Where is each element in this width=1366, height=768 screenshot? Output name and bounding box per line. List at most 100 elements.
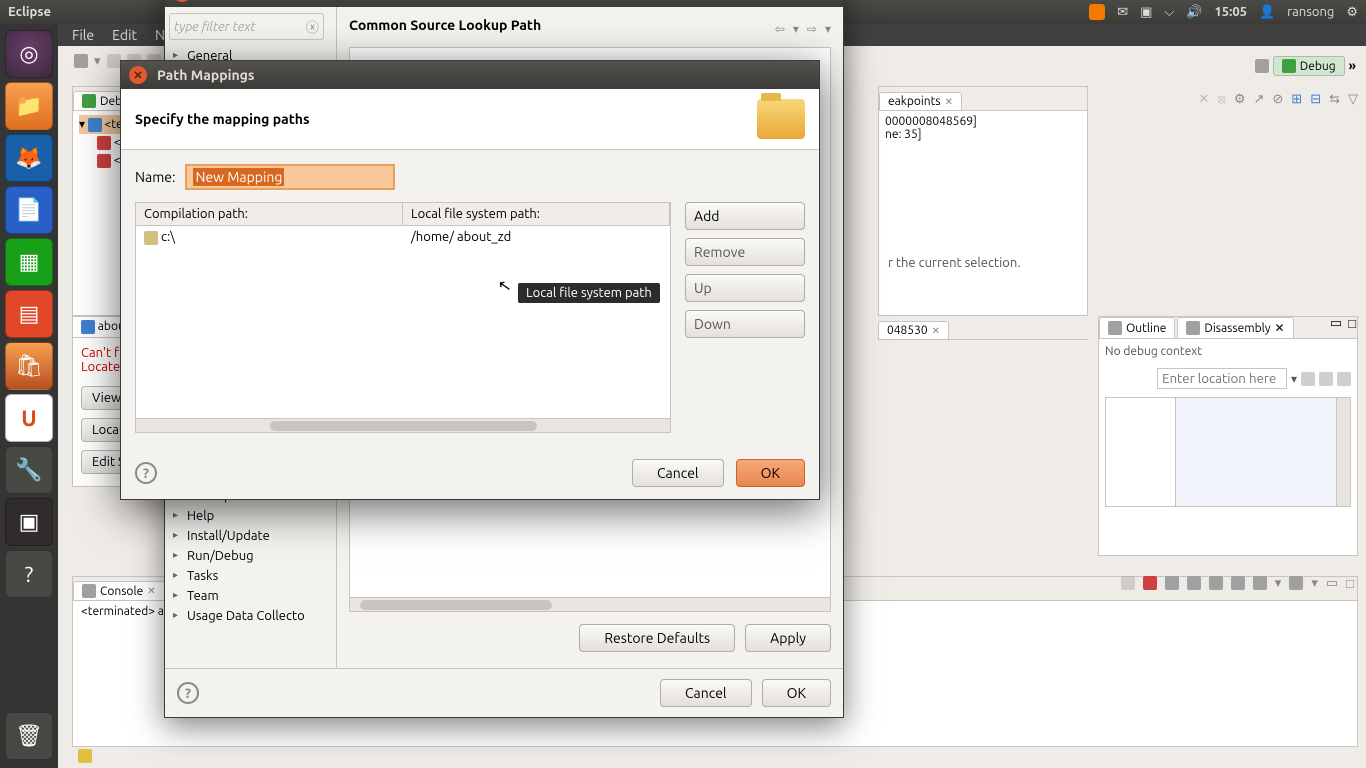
menu-edit[interactable]: Edit	[112, 27, 137, 43]
preferences-titlebar[interactable]: ✕ Preferences	[165, 0, 843, 7]
scrollbar[interactable]	[350, 597, 830, 611]
path-mappings-titlebar[interactable]: ✕ Path Mappings	[121, 61, 819, 89]
open-console-icon[interactable]	[1289, 576, 1303, 590]
up-button[interactable]: Up	[685, 274, 805, 302]
files-icon[interactable]: 📁	[5, 82, 53, 130]
calc-icon[interactable]: ▦	[5, 238, 53, 286]
remove-button[interactable]: Remove	[685, 238, 805, 266]
minimize-icon[interactable]: ▭	[1330, 316, 1342, 331]
tree-item-tasks[interactable]: Tasks	[169, 566, 332, 586]
close-icon[interactable]: ✕	[147, 585, 155, 597]
view-menu-icon[interactable]: ▽	[1348, 92, 1358, 107]
perspective-overflow[interactable]: »	[1349, 59, 1356, 73]
tree-item-install[interactable]: Install/Update	[169, 526, 332, 546]
dropdown-icon[interactable]: ▾	[1311, 576, 1318, 591]
cancel-button[interactable]: Cancel	[660, 679, 752, 707]
tree-item-rundebug[interactable]: Run/Debug	[169, 546, 332, 566]
terminate-icon[interactable]	[1121, 576, 1135, 590]
settings-icon[interactable]: 🔧	[5, 446, 53, 494]
minimize-icon[interactable]: ▭	[1326, 576, 1338, 591]
tree-item-help[interactable]: Help	[169, 506, 332, 526]
tree-item-team[interactable]: Team	[169, 586, 332, 606]
location-input[interactable]	[1157, 368, 1287, 389]
filter-input[interactable]: type filter textⓧ	[169, 13, 324, 40]
impress-icon[interactable]: ▤	[5, 290, 53, 338]
new-icon[interactable]	[74, 54, 88, 68]
username[interactable]: ransong	[1287, 5, 1334, 19]
dropdown-icon[interactable]: ▾	[1275, 576, 1282, 591]
pin-console-icon[interactable]	[1231, 576, 1245, 590]
remove-launch-icon[interactable]	[1143, 576, 1157, 590]
close-button[interactable]: ✕	[173, 0, 191, 2]
scrollbar[interactable]	[1336, 398, 1350, 506]
skip-all-icon[interactable]: ⊘	[1272, 92, 1283, 107]
battery-icon[interactable]: ▣	[1140, 5, 1152, 20]
ubuntu-one-icon[interactable]: U	[5, 394, 53, 442]
wifi-icon[interactable]: ⌵	[1164, 5, 1174, 20]
open-perspective-icon[interactable]	[1255, 59, 1269, 73]
mappings-table[interactable]: Compilation path: Local file system path…	[135, 202, 671, 433]
memory-tab[interactable]: 048530 ✕	[878, 321, 949, 339]
ok-button[interactable]: OK	[736, 459, 805, 487]
software-center-icon[interactable]: 🛍	[5, 342, 53, 390]
disassembly-tab[interactable]: Disassembly ✕	[1177, 317, 1293, 338]
remove-all-icon[interactable]: ⦻	[1217, 92, 1226, 107]
add-button[interactable]: Add	[685, 202, 805, 230]
close-button[interactable]: ✕	[129, 66, 147, 84]
close-icon[interactable]: ✕	[1275, 321, 1285, 335]
volume-icon[interactable]: 🔊	[1186, 5, 1202, 20]
remove-icon[interactable]: ✕	[1198, 92, 1209, 107]
dash-icon[interactable]: ◎	[5, 30, 53, 78]
refresh-icon[interactable]	[1301, 372, 1315, 386]
save-icon[interactable]	[107, 54, 121, 68]
help-icon[interactable]: ?	[177, 682, 199, 704]
name-input[interactable]: New Mapping	[185, 164, 395, 190]
session-icon[interactable]: ⚙	[1346, 5, 1358, 20]
firefox-icon[interactable]: 🦊	[5, 134, 53, 182]
display-selected-icon[interactable]	[1253, 576, 1267, 590]
breakpoint-row[interactable]: 0000008048569]	[885, 115, 1081, 128]
remove-all-terminated-icon[interactable]	[1165, 576, 1179, 590]
trash-icon[interactable]: 🗑	[5, 712, 53, 760]
tree-item-usagedata[interactable]: Usage Data Collecto	[169, 606, 332, 626]
terminal-icon[interactable]: ▣	[5, 498, 53, 546]
table-row[interactable]: c:\ /home/ about_zd	[136, 226, 670, 249]
help-icon[interactable]: ?	[135, 462, 157, 484]
indicator-icon[interactable]	[1089, 4, 1105, 20]
cancel-button[interactable]: Cancel	[632, 459, 724, 487]
close-icon[interactable]: ✕	[932, 325, 940, 337]
scroll-lock-icon[interactable]	[1187, 576, 1201, 590]
forward-icon[interactable]: ⇨	[807, 22, 817, 36]
close-icon[interactable]: ✕	[945, 96, 953, 108]
collapse-icon[interactable]: ⊟	[1310, 92, 1321, 107]
mail-icon[interactable]: ✉	[1117, 5, 1128, 20]
down-button[interactable]: Down	[685, 310, 805, 338]
maximize-icon[interactable]: □	[1348, 316, 1356, 331]
outline-tab[interactable]: Outline	[1099, 317, 1175, 338]
toggle-icon[interactable]	[1337, 372, 1351, 386]
breakpoints-tab[interactable]: eakpoints ✕	[879, 92, 962, 110]
link-icon[interactable]: ⇆	[1329, 92, 1340, 107]
menu-file[interactable]: File	[72, 27, 94, 43]
show-supported-icon[interactable]: ⚙	[1234, 92, 1246, 107]
ok-button[interactable]: OK	[762, 679, 831, 707]
clear-console-icon[interactable]	[1209, 576, 1223, 590]
debug-perspective-button[interactable]: Debug	[1273, 56, 1345, 76]
scrollbar[interactable]	[136, 418, 670, 432]
expand-icon[interactable]: ⊞	[1291, 92, 1302, 107]
restore-defaults-button[interactable]: Restore Defaults	[579, 624, 735, 652]
clear-icon[interactable]: ⓧ	[306, 17, 319, 36]
goto-file-icon[interactable]: ↗	[1253, 92, 1264, 107]
help-icon[interactable]: ?	[5, 550, 53, 598]
column-compilation-path[interactable]: Compilation path:	[136, 203, 403, 225]
clock[interactable]: 15:05	[1214, 5, 1247, 19]
home-icon[interactable]	[1319, 372, 1333, 386]
dropdown-icon[interactable]: ▾	[1291, 372, 1297, 386]
apply-button[interactable]: Apply	[745, 624, 831, 652]
maximize-icon[interactable]: □	[1346, 576, 1354, 591]
writer-icon[interactable]: 📄	[5, 186, 53, 234]
column-local-path[interactable]: Local file system path:	[403, 203, 670, 225]
console-tab[interactable]: Console ✕	[73, 581, 165, 600]
back-icon[interactable]: ⇦	[775, 22, 785, 36]
breakpoint-row[interactable]: ne: 35]	[885, 128, 1081, 141]
